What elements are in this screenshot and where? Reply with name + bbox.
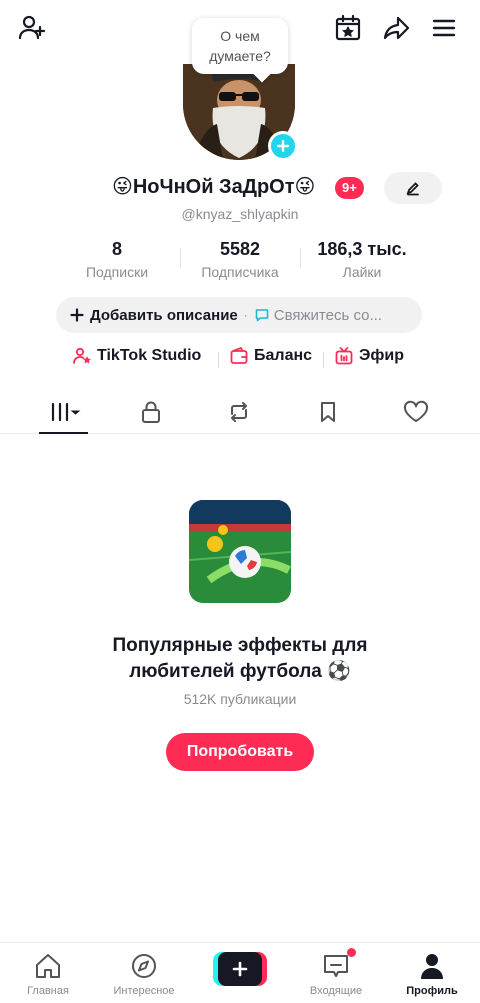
tab-videos[interactable] — [39, 392, 87, 432]
description-separator: · — [243, 308, 248, 322]
tab-liked[interactable] — [392, 392, 440, 432]
lock-icon — [142, 401, 160, 423]
bubble-line-2: думаете? — [209, 48, 271, 64]
studio-user-icon — [73, 347, 91, 364]
home-icon — [36, 954, 60, 978]
bubble-line-1: О чем — [220, 28, 260, 44]
plus-icon — [276, 139, 290, 153]
notification-badge[interactable]: 9+ — [335, 177, 364, 199]
menu-icon[interactable] — [428, 12, 460, 44]
effect-suggestion: Популярные эффекты для любителей футбола… — [0, 500, 480, 771]
live-link[interactable]: Эфир — [334, 346, 404, 366]
chat-bubble-icon — [255, 309, 269, 322]
profile-name-row: 😜НоЧнОй ЗаДрОт😜 9+ — [0, 172, 480, 204]
nav-discover[interactable]: Интересное — [99, 951, 189, 997]
contact-label: Свяжитесь со... — [273, 306, 382, 324]
add-user-icon[interactable] — [16, 12, 48, 44]
balance-label: Баланс — [254, 347, 313, 364]
wallet-icon — [230, 347, 248, 364]
profile-icon — [421, 954, 443, 979]
add-description-button[interactable]: Добавить описание — [70, 307, 238, 324]
bookmark-icon — [321, 402, 335, 422]
inbox-icon — [324, 955, 348, 977]
nav-inbox[interactable]: Входящие — [291, 948, 381, 997]
display-name: 😜НоЧнОй ЗаДрОт😜 — [112, 176, 316, 198]
nav-home-label: Главная — [27, 985, 69, 997]
nav-home[interactable]: Главная — [3, 951, 93, 997]
effect-title-line-2: любителей футбола ⚽ — [129, 661, 351, 682]
divider — [323, 352, 324, 368]
inbox-notification-dot — [347, 948, 356, 957]
following-label: Подписки — [85, 264, 149, 280]
contact-button[interactable]: Свяжитесь со... — [254, 307, 382, 324]
nav-discover-label: Интересное — [113, 985, 175, 997]
repost-icon — [231, 402, 247, 422]
profile-stats: 8 Подписки 5582 Подписчика 186,3 тыс. Ла… — [0, 238, 480, 284]
plus-icon — [70, 308, 84, 322]
stat-following[interactable]: 8 Подписки — [74, 238, 160, 282]
calendar-star-icon[interactable] — [332, 12, 364, 44]
effect-title-line-1: Популярные эффекты для — [112, 635, 368, 656]
tiktok-studio-link[interactable]: TikTok Studio — [72, 346, 201, 366]
status-bubble[interactable]: О чем думаете? — [192, 18, 288, 74]
plus-icon — [232, 961, 248, 977]
stat-followers[interactable]: 5582 Подписчика — [188, 238, 292, 282]
tiktok-studio-label: TikTok Studio — [97, 347, 202, 364]
stat-likes[interactable]: 186,3 тыс. Лайки — [300, 238, 424, 282]
divider — [218, 352, 219, 368]
heart-icon — [403, 400, 429, 422]
following-count: 8 — [111, 239, 122, 259]
followers-label: Подписчика — [201, 264, 279, 280]
nav-profile-label: Профиль — [406, 985, 458, 997]
compass-icon — [132, 954, 156, 978]
tab-favorites[interactable] — [304, 392, 352, 432]
tab-private[interactable] — [127, 392, 175, 432]
pencil-icon — [406, 182, 419, 196]
quick-links: TikTok Studio Баланс Эфир — [0, 346, 480, 372]
football-effect-image — [189, 500, 291, 603]
effect-thumbnail[interactable] — [189, 500, 291, 603]
bottom-nav: Главная Интересное Входящие Профиль — [0, 942, 480, 1003]
username: @knyaz_shlyapkin — [181, 206, 299, 222]
effect-publications-count: 512K публикации — [183, 691, 297, 707]
effect-title: Популярные эффекты для любителей футбола… — [0, 633, 480, 685]
edit-profile-button[interactable] — [384, 172, 442, 204]
live-label: Эфир — [359, 347, 404, 364]
profile-tabs — [0, 392, 480, 434]
try-effect-button[interactable]: Попробовать — [166, 733, 314, 771]
description-pill: Добавить описание · Свяжитесь со... — [56, 297, 422, 333]
tab-reposts[interactable] — [215, 392, 263, 432]
followers-count: 5582 — [219, 239, 261, 259]
divider — [180, 248, 181, 268]
create-button[interactable] — [213, 952, 267, 986]
add-description-label: Добавить описание — [90, 306, 238, 324]
nav-inbox-label: Входящие — [309, 985, 363, 997]
add-avatar-button[interactable] — [268, 131, 298, 161]
balance-link[interactable]: Баланс — [229, 346, 312, 366]
likes-label: Лайки — [342, 264, 382, 280]
videos-grid-icon — [51, 402, 81, 422]
likes-count: 186,3 тыс. — [317, 239, 407, 259]
nav-profile[interactable]: Профиль — [387, 951, 477, 997]
share-icon[interactable] — [380, 12, 412, 44]
active-tab-indicator — [39, 432, 88, 434]
live-tv-icon — [335, 347, 353, 365]
